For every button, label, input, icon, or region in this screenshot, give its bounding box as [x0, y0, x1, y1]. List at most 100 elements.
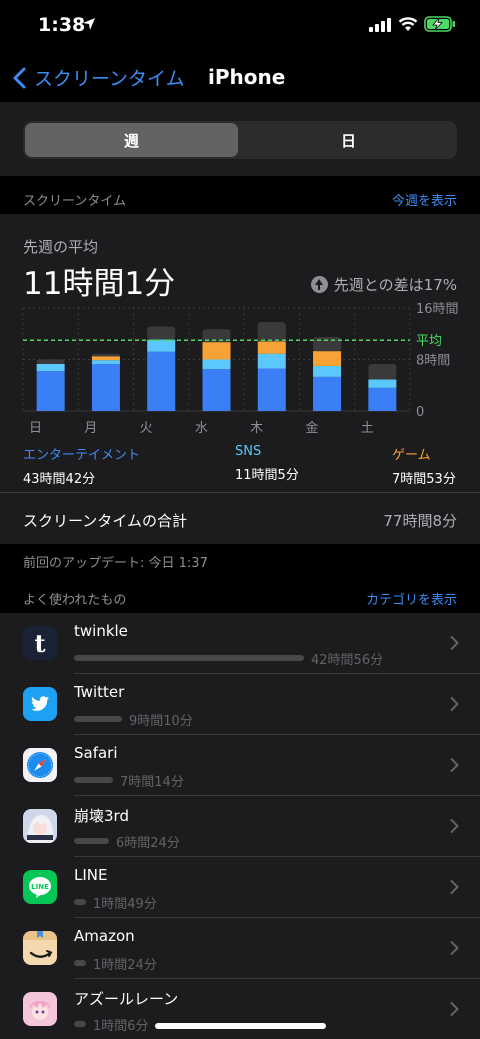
app-name: Amazon	[74, 927, 135, 945]
status-bar: 1:38	[0, 0, 480, 52]
chevron-left-icon	[13, 67, 26, 88]
x-tick-label: 日	[29, 421, 42, 436]
chevron-right-icon	[450, 819, 459, 833]
bar-segment	[147, 326, 176, 340]
app-row[interactable]: Amazon 1時間24分	[0, 918, 480, 979]
legend-entertainment: エンターテイメント 43時間42分	[23, 444, 140, 487]
wifi-icon	[398, 17, 418, 31]
bar-segment	[257, 353, 286, 369]
bar-segment	[368, 379, 397, 388]
average-value: 11時間1分	[23, 266, 176, 302]
azurlane-icon	[23, 992, 57, 1026]
legend-value: 11時間5分	[235, 468, 299, 483]
x-tick-label: 火	[140, 421, 153, 436]
show-this-week-link[interactable]: 今週を表示	[392, 190, 457, 209]
bar-segment	[202, 342, 231, 360]
legend-sns: SNS 11時間5分	[235, 444, 299, 483]
bar-segment	[202, 369, 231, 411]
bar-segment	[368, 387, 397, 411]
usage-duration: 42時間56分	[311, 653, 384, 668]
location-arrow-icon	[83, 18, 95, 30]
usage-bar	[74, 655, 304, 661]
navigation-bar: スクリーンタイム iPhone	[0, 52, 480, 102]
bar-segment	[147, 351, 176, 411]
chevron-right-icon	[450, 697, 459, 711]
page-title: iPhone	[208, 65, 286, 89]
bar-segment	[368, 364, 397, 380]
total-label: スクリーンタイムの合計	[23, 512, 187, 530]
app-name: LINE	[74, 866, 108, 884]
usage-bar	[74, 1021, 86, 1027]
usage-duration: 9時間10分	[129, 714, 193, 729]
app-row[interactable]: Safari 7時間14分	[0, 735, 480, 796]
y-tick-label: 16時間	[416, 302, 459, 317]
app-row[interactable]: 崩壊3rd 6時間24分	[0, 796, 480, 857]
chevron-right-icon	[450, 1002, 459, 1016]
status-time: 1:38	[38, 14, 86, 36]
weekly-usage-chart[interactable]: 16時間 8時間 0 日 月 火 水 木 金 土 平均	[0, 298, 480, 438]
battery-charging-icon	[424, 16, 455, 32]
legend-value: 43時間42分	[23, 472, 96, 487]
chevron-right-icon	[450, 636, 459, 650]
bar-segment	[313, 376, 342, 411]
app-name: 崩壊3rd	[74, 807, 129, 825]
legend-name: SNS	[235, 444, 262, 459]
usage-bar	[74, 716, 122, 722]
home-indicator[interactable]	[155, 1023, 326, 1029]
app-row[interactable]: アズールレーン 1時間6分	[0, 979, 480, 1039]
chevron-right-icon	[450, 758, 459, 772]
x-tick-label: 土	[361, 421, 374, 436]
most-used-app-list: t twinkle 42時間56分 Twitter 9時間10分 Safari 7時間14分…	[0, 613, 480, 1039]
usage-bar	[74, 960, 86, 966]
bar-segment	[36, 364, 65, 372]
twitter-icon	[23, 687, 57, 721]
line-icon: LINE	[23, 870, 57, 904]
bar-segment	[257, 368, 286, 411]
difference-text: 先週との差は17%	[333, 276, 457, 294]
bar-segment	[36, 359, 65, 365]
segment-container: 週 日	[0, 102, 480, 176]
show-categories-link[interactable]: カテゴリを表示	[366, 589, 457, 608]
bar-segment	[91, 356, 120, 361]
bar-segment	[36, 371, 65, 411]
app-row[interactable]: LINE LINE 1時間49分	[0, 857, 480, 918]
y-tick-label: 0	[416, 405, 424, 420]
bar-segment	[91, 364, 120, 411]
usage-duration: 7時間14分	[120, 775, 184, 790]
app-name: Twitter	[74, 683, 125, 701]
amazon-icon	[23, 931, 57, 965]
usage-duration: 1時間49分	[93, 897, 157, 912]
bar-segment	[313, 351, 342, 366]
bar-segment	[313, 365, 342, 377]
safari-icon	[23, 748, 57, 782]
average-label: 平均	[416, 334, 442, 349]
legend-games: ゲーム 7時間53分	[392, 444, 456, 487]
most-used-section-header: よく使われたもの カテゴリを表示	[0, 577, 480, 613]
bar-segment	[257, 341, 286, 354]
usage-duration: 6時間24分	[116, 836, 180, 851]
app-row[interactable]: t twinkle 42時間56分	[0, 613, 480, 674]
x-tick-label: 木	[250, 421, 263, 436]
last-updated-text: 前回のアップデート: 今日 1:37	[23, 556, 208, 571]
app-name: twinkle	[74, 622, 128, 640]
screen-time-section-header: スクリーンタイム 今週を表示	[0, 178, 480, 214]
x-tick-label: 水	[195, 421, 208, 436]
usage-duration: 1時間24分	[93, 958, 157, 973]
bar-segment	[91, 353, 120, 357]
arrow-up-circle-icon	[310, 276, 328, 293]
segment-day[interactable]: 日	[242, 123, 455, 157]
chevron-right-icon	[450, 941, 459, 955]
houkai-icon	[23, 809, 57, 843]
period-segmented-control: 週 日	[23, 121, 457, 159]
legend-name: ゲーム	[392, 448, 431, 463]
app-name: アズールレーン	[74, 990, 179, 1008]
segment-week[interactable]: 週	[25, 123, 238, 157]
legend-name: エンターテイメント	[23, 448, 141, 463]
usage-bar	[74, 777, 113, 783]
section-label: スクリーンタイム	[23, 194, 127, 209]
twinkle-icon: t	[23, 626, 57, 660]
back-button-label: スクリーンタイム	[34, 68, 185, 90]
y-tick-label: 8時間	[416, 354, 450, 369]
back-button[interactable]: スクリーンタイム	[12, 64, 185, 91]
app-row[interactable]: Twitter 9時間10分	[0, 674, 480, 735]
